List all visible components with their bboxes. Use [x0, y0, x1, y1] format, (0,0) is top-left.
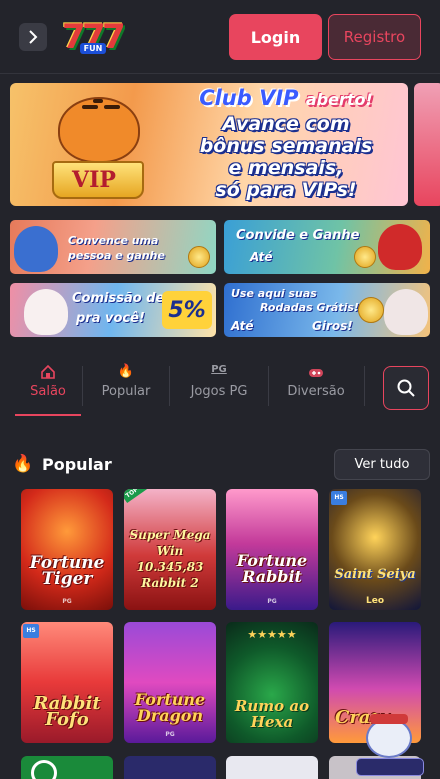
mascot-image	[366, 718, 412, 758]
top-badge: TOP 1	[124, 489, 149, 504]
tab-divider	[268, 366, 269, 406]
hero-title-accent: aberto!	[305, 90, 373, 109]
hero-title-main: Club VIP	[199, 86, 299, 110]
flame-icon: 🔥	[12, 454, 34, 474]
flame-icon: 🔥	[117, 364, 135, 379]
coin-icon	[354, 246, 376, 268]
game-name: Fortune Rabbit	[236, 551, 308, 586]
game-tile-saint-seiya[interactable]: HS Saint Seiya Leo	[329, 489, 421, 610]
site-logo[interactable]: 7 7 7 FUN	[62, 15, 126, 57]
promo-4-line-2: Rodadas Grátis!	[260, 301, 359, 314]
provider-label: PG	[267, 598, 277, 605]
game-name: Rumo ao Hexa	[234, 697, 310, 731]
top-header: 7 7 7 FUN Login Registro	[0, 0, 440, 74]
stars-decoration: ★★★★★	[247, 628, 297, 641]
tab-diversao[interactable]: Diversão	[270, 364, 362, 416]
tab-popular-label: Popular	[101, 384, 151, 399]
home-icon	[41, 364, 55, 379]
promo-3-line-1: Comissão de	[72, 291, 165, 306]
tab-divider	[82, 366, 83, 406]
promo-invite-earn[interactable]: Convide e Ganhe Até	[224, 220, 430, 274]
promo-free-spins[interactable]: Use aqui suas Rodadas Grátis! Até Giros!	[224, 283, 430, 337]
hero-line-1: Avance com	[222, 113, 350, 135]
tab-salao-label: Salão	[30, 384, 66, 399]
game-tile-partial[interactable]	[226, 756, 318, 779]
mascot-banner	[356, 758, 424, 776]
promo-3-percent: 5%	[162, 291, 212, 329]
chevron-right-icon	[29, 30, 38, 44]
logo-fun-badge: FUN	[80, 43, 106, 54]
game-tile-fortune-tiger[interactable]: Fortune Tiger PG	[21, 489, 113, 610]
section-title: Popular	[42, 455, 112, 474]
rabbit-image	[24, 289, 68, 335]
tab-jogos-pg[interactable]: PG Jogos PG	[172, 364, 266, 416]
promo-commission[interactable]: Comissão de pra você! 5%	[10, 283, 216, 337]
tab-divider	[169, 366, 170, 406]
floating-mascot-button[interactable]	[356, 714, 424, 776]
character-image	[384, 289, 428, 335]
mascot-hat	[370, 714, 408, 724]
tab-jogos-pg-label: Jogos PG	[190, 384, 248, 399]
game-tile-rabbit-2[interactable]: TOP 1 Super Mega Win 10.345,83 Rabbit 2	[124, 489, 216, 610]
game-name: Fortune Dragon	[134, 690, 206, 725]
promo-2-line-1: Convide e Ganhe	[236, 228, 360, 243]
coin-icon	[358, 297, 384, 323]
promo-1-line-2: pessoa e ganhe	[68, 249, 165, 262]
whatsapp-icon	[31, 760, 57, 779]
promo-1-line-1: Convence uma	[68, 234, 159, 247]
game-tile-partial[interactable]	[124, 756, 216, 779]
promo-4-line-1: Use aqui suas	[231, 287, 317, 300]
promo-3-line-2: pra você!	[76, 311, 145, 326]
vip-club-banner[interactable]: VIP Club VIP aberto! Avance com bônus se…	[10, 83, 408, 206]
game-name: Super Mega Win 10.345,83 Rabbit 2	[129, 528, 211, 590]
character-image	[378, 224, 422, 270]
gamepad-icon	[309, 369, 323, 377]
provider-badge: HS	[331, 491, 347, 505]
search-icon	[397, 379, 415, 397]
game-name: Saint Seiya	[334, 567, 416, 582]
expand-menu-button[interactable]	[19, 23, 47, 51]
pg-icon: PG	[211, 364, 227, 375]
provider-label: PG	[165, 731, 175, 738]
vip-crown-text: VIP	[72, 167, 116, 193]
promo-4-line-3: Até	[231, 319, 254, 333]
provider-label: PG	[62, 598, 72, 605]
hero-line-3: e mensais,	[228, 157, 344, 179]
game-tile-fortune-dragon[interactable]: Fortune Dragon PG	[124, 622, 216, 743]
search-button[interactable]	[383, 366, 429, 410]
game-tile-rabbit-fofo[interactable]: HS Rabbit Fofo	[21, 622, 113, 743]
register-button[interactable]: Registro	[328, 14, 421, 60]
tab-popular[interactable]: 🔥 Popular	[86, 364, 166, 416]
game-subtitle: Leo	[365, 596, 385, 606]
hero-line-2: bônus semanais	[199, 135, 373, 157]
provider-badge: HS	[23, 624, 39, 638]
game-tile-fortune-rabbit[interactable]: Fortune Rabbit PG	[226, 489, 318, 610]
game-name: Rabbit Fofo	[33, 693, 101, 730]
promo-invite-friend[interactable]: Convence uma pessoa e ganhe	[10, 220, 216, 274]
hero-line-4: só para VIPs!	[215, 179, 357, 201]
tiger-mascot-image: VIP	[38, 91, 158, 203]
category-tabs: Salão 🔥 Popular PG Jogos PG Diversão	[0, 356, 440, 422]
tab-divider	[364, 366, 365, 406]
tab-salao[interactable]: Salão	[15, 364, 81, 416]
coin-icon	[188, 246, 210, 268]
hero-title: Club VIP aberto!	[176, 88, 396, 110]
promo-2-line-2: Até	[250, 250, 273, 264]
see-all-button[interactable]: Ver tudo	[334, 449, 430, 480]
game-tile-rumo-ao-hexa[interactable]: ★★★★★ Rumo ao Hexa	[226, 622, 318, 743]
tab-diversao-label: Diversão	[287, 384, 345, 399]
promo-4-line-4: Giros!	[312, 319, 353, 333]
next-banner-peek[interactable]	[414, 83, 440, 206]
login-button[interactable]: Login	[229, 14, 322, 60]
game-tile-partial[interactable]	[21, 756, 113, 779]
character-image	[14, 226, 58, 272]
game-name: Fortune Tiger	[29, 553, 105, 589]
